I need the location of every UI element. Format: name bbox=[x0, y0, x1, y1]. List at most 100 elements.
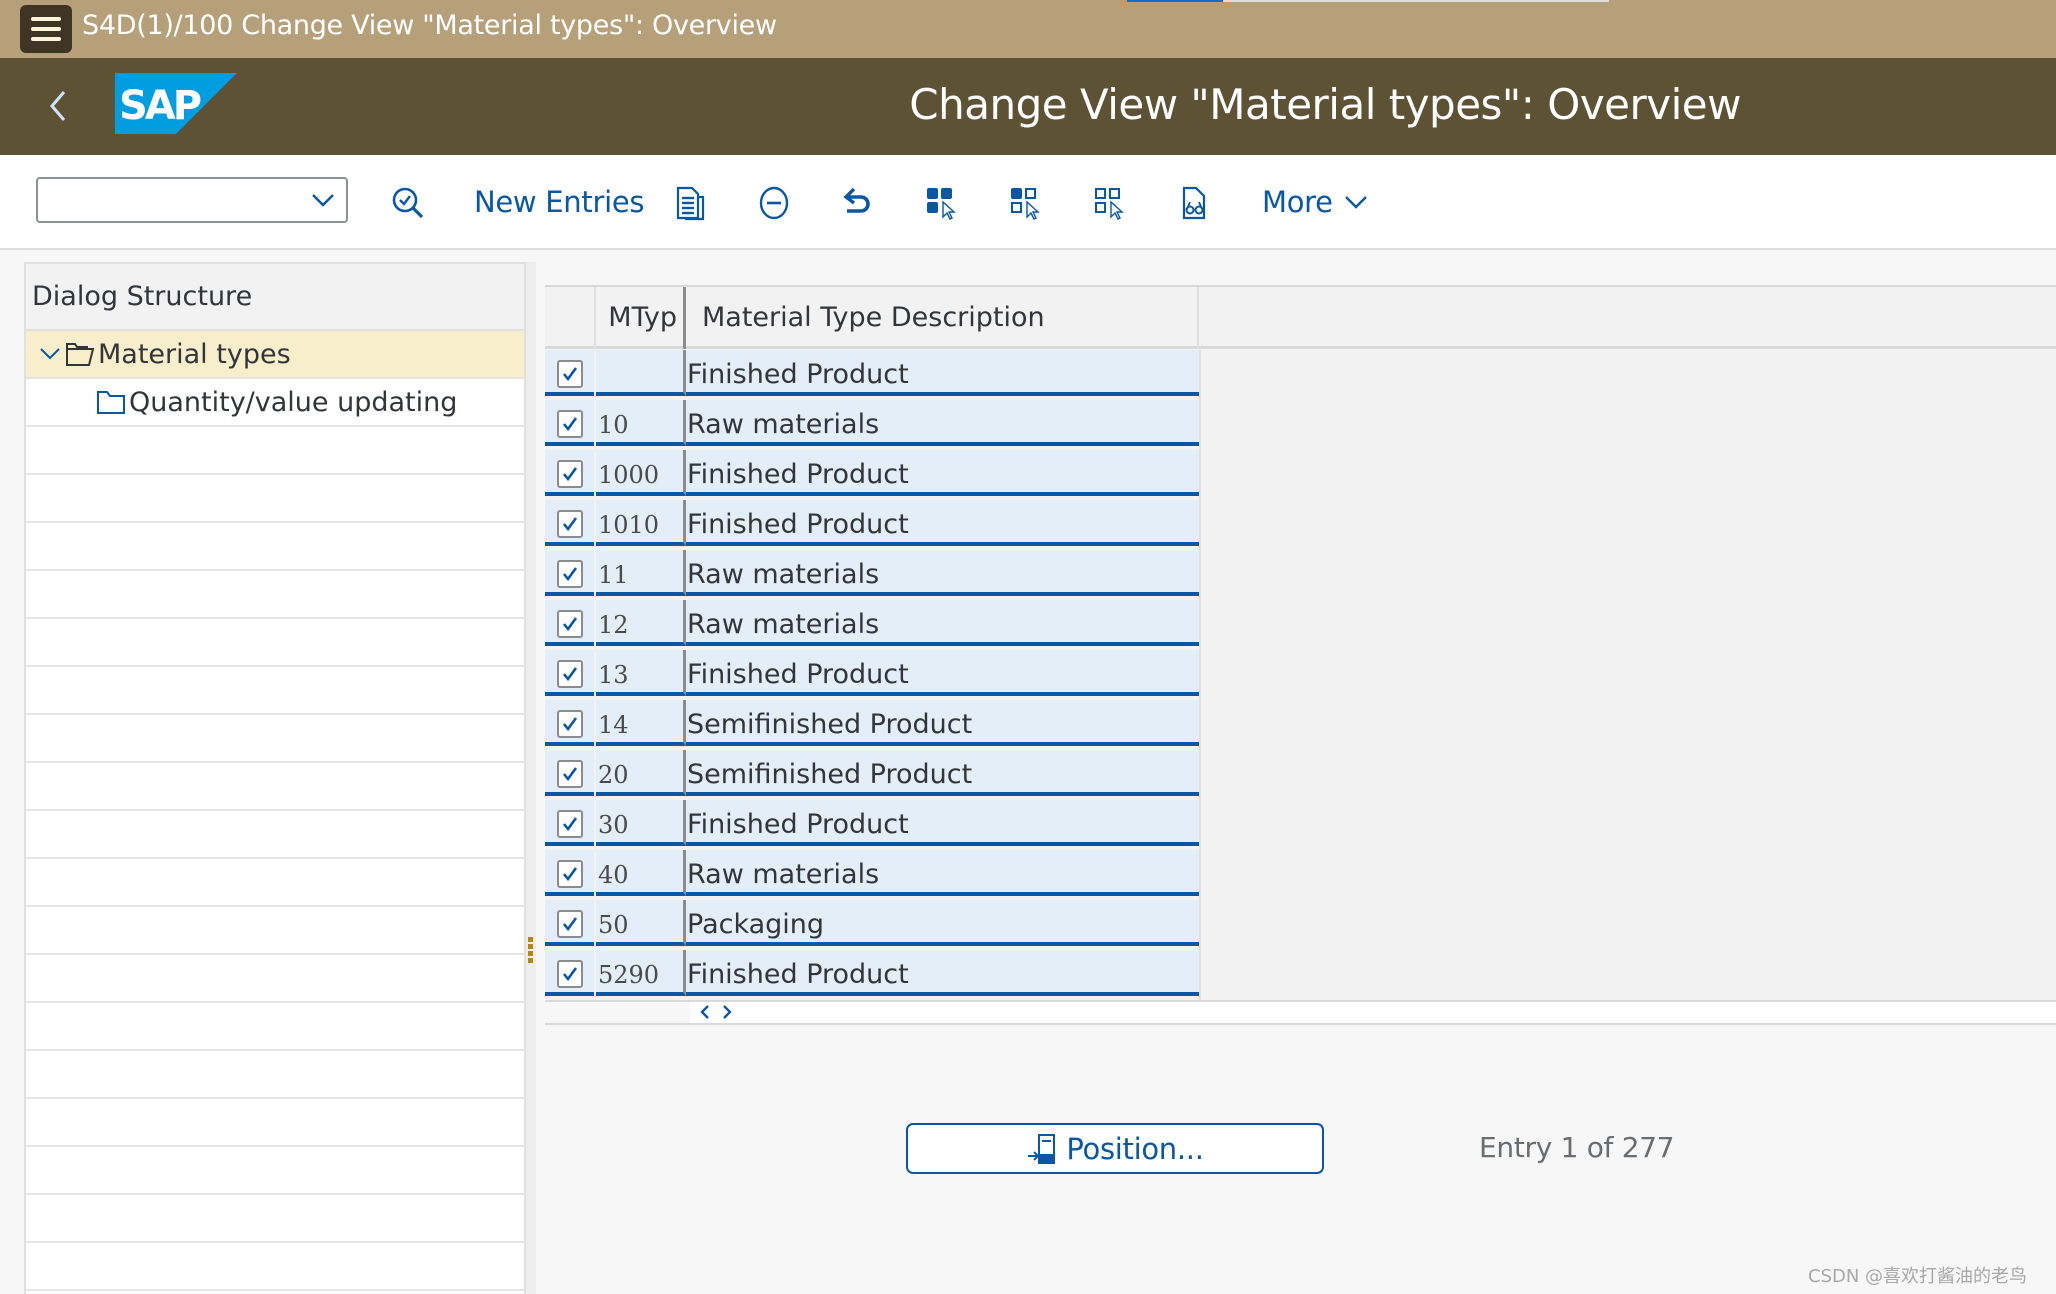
loading-progress-fill bbox=[1127, 0, 1224, 2]
select-all-icon[interactable] bbox=[924, 185, 960, 221]
row-selector[interactable] bbox=[545, 450, 594, 496]
row-selector[interactable] bbox=[545, 750, 594, 796]
cell-mtyp[interactable]: 14 bbox=[596, 700, 686, 746]
row-checkbox[interactable] bbox=[557, 460, 583, 488]
table-row[interactable]: 12 Raw materials bbox=[545, 600, 1199, 650]
cell-description[interactable]: Semifinished Product bbox=[686, 750, 1199, 796]
table-row[interactable]: 40 Raw materials bbox=[545, 850, 1199, 900]
command-dropdown[interactable] bbox=[36, 177, 348, 223]
column-header-description[interactable]: Material Type Description bbox=[686, 287, 1199, 349]
new-entries-button[interactable]: New Entries bbox=[474, 185, 644, 219]
cell-mtyp[interactable]: 12 bbox=[596, 600, 686, 646]
splitter-handle[interactable] bbox=[528, 937, 534, 967]
print-preview-icon[interactable] bbox=[1176, 185, 1212, 221]
row-selector[interactable] bbox=[545, 650, 594, 696]
cell-description[interactable]: Raw materials bbox=[686, 850, 1199, 896]
cell-mtyp[interactable]: 10 bbox=[596, 400, 686, 446]
horizontal-scrollbar[interactable] bbox=[545, 1000, 2056, 1025]
cell-description[interactable]: Packaging bbox=[686, 900, 1199, 946]
shell-header: SAP Change View "Material types": Overvi… bbox=[0, 58, 2056, 155]
row-selector[interactable] bbox=[545, 400, 594, 446]
table-empty-area bbox=[1199, 350, 2056, 1000]
back-button[interactable] bbox=[42, 86, 76, 126]
row-selector[interactable] bbox=[545, 900, 594, 946]
cell-mtyp[interactable] bbox=[596, 350, 686, 396]
tree-empty-row bbox=[26, 859, 524, 907]
select-block-icon[interactable] bbox=[1008, 185, 1044, 221]
cell-description[interactable]: Finished Product bbox=[686, 650, 1199, 696]
cell-description[interactable]: Semifinished Product bbox=[686, 700, 1199, 746]
copy-as-icon[interactable] bbox=[672, 185, 708, 221]
cell-description[interactable]: Finished Product bbox=[686, 500, 1199, 546]
row-selector[interactable] bbox=[545, 700, 594, 746]
row-checkbox[interactable] bbox=[557, 960, 583, 988]
cell-mtyp[interactable]: 40 bbox=[596, 850, 686, 896]
cell-description[interactable]: Finished Product bbox=[686, 450, 1199, 496]
row-checkbox[interactable] bbox=[557, 360, 583, 388]
tree-empty-row bbox=[26, 619, 524, 667]
tree-empty-row bbox=[26, 667, 524, 715]
tree-item-quantity-value-updating[interactable]: Quantity/value updating bbox=[26, 379, 524, 427]
table-row[interactable]: 13 Finished Product bbox=[545, 650, 1199, 700]
panel-splitter[interactable] bbox=[526, 262, 536, 1294]
cell-mtyp[interactable]: 13 bbox=[596, 650, 686, 696]
more-menu-button[interactable]: More bbox=[1262, 185, 1369, 219]
folder-open-icon bbox=[66, 343, 95, 366]
search-check-icon[interactable] bbox=[390, 185, 426, 221]
row-checkbox[interactable] bbox=[557, 910, 583, 938]
tree-item-material-types[interactable]: Material types bbox=[26, 331, 524, 379]
cell-mtyp[interactable]: 1010 bbox=[596, 500, 686, 546]
table-row[interactable]: 50 Packaging bbox=[545, 900, 1199, 950]
row-checkbox[interactable] bbox=[557, 610, 583, 638]
entry-counter: Entry 1 of 277 bbox=[1479, 1131, 1675, 1164]
select-all-column-header[interactable] bbox=[545, 287, 596, 349]
table-row[interactable]: 14 Semifinished Product bbox=[545, 700, 1199, 750]
cell-description[interactable]: Finished Product bbox=[686, 350, 1199, 396]
cell-mtyp[interactable]: 11 bbox=[596, 550, 686, 596]
cell-description[interactable]: Raw materials bbox=[686, 400, 1199, 446]
row-selector[interactable] bbox=[545, 850, 594, 896]
cell-description[interactable]: Raw materials bbox=[686, 550, 1199, 596]
row-checkbox[interactable] bbox=[557, 710, 583, 738]
tree-empty-row bbox=[26, 1243, 524, 1291]
table-row[interactable]: 20 Semifinished Product bbox=[545, 750, 1199, 800]
table-row[interactable]: 1000 Finished Product bbox=[545, 450, 1199, 500]
row-checkbox[interactable] bbox=[557, 660, 583, 688]
cell-mtyp[interactable]: 50 bbox=[596, 900, 686, 946]
table-row[interactable]: 11 Raw materials bbox=[545, 550, 1199, 600]
cell-description[interactable]: Raw materials bbox=[686, 600, 1199, 646]
undo-icon[interactable] bbox=[840, 185, 876, 221]
cell-mtyp[interactable]: 1000 bbox=[596, 450, 686, 496]
cell-description[interactable]: Finished Product bbox=[686, 950, 1199, 996]
row-checkbox[interactable] bbox=[557, 860, 583, 888]
table-row[interactable]: Finished Product bbox=[545, 350, 1199, 400]
table-row[interactable]: 30 Finished Product bbox=[545, 800, 1199, 850]
delete-icon[interactable] bbox=[756, 185, 792, 221]
table-row[interactable]: 1010 Finished Product bbox=[545, 500, 1199, 550]
position-button[interactable]: Position... bbox=[906, 1123, 1324, 1174]
row-selector[interactable] bbox=[545, 600, 594, 646]
deselect-all-icon[interactable] bbox=[1092, 185, 1128, 221]
row-selector[interactable] bbox=[545, 800, 594, 846]
cell-mtyp[interactable]: 20 bbox=[596, 750, 686, 796]
scroll-left-icon[interactable] bbox=[695, 1002, 715, 1022]
row-checkbox[interactable] bbox=[557, 810, 583, 838]
chevron-down-icon[interactable] bbox=[38, 344, 64, 364]
row-checkbox[interactable] bbox=[557, 410, 583, 438]
scroll-right-icon[interactable] bbox=[717, 1002, 737, 1022]
menu-button[interactable] bbox=[20, 5, 72, 53]
table-row[interactable]: 10 Raw materials bbox=[545, 400, 1199, 450]
row-checkbox[interactable] bbox=[557, 560, 583, 588]
cell-description[interactable]: Finished Product bbox=[686, 800, 1199, 846]
row-selector[interactable] bbox=[545, 350, 594, 396]
column-header-mtyp[interactable]: MTyp bbox=[596, 287, 686, 349]
cell-mtyp[interactable]: 5290 bbox=[596, 950, 686, 996]
row-selector[interactable] bbox=[545, 500, 594, 546]
row-selector[interactable] bbox=[545, 950, 594, 996]
row-selector[interactable] bbox=[545, 550, 594, 596]
row-checkbox[interactable] bbox=[557, 760, 583, 788]
table-row[interactable]: 5290 Finished Product bbox=[545, 950, 1199, 1000]
cell-mtyp[interactable]: 30 bbox=[596, 800, 686, 846]
sap-logo[interactable]: SAP bbox=[115, 73, 237, 134]
row-checkbox[interactable] bbox=[557, 510, 583, 538]
